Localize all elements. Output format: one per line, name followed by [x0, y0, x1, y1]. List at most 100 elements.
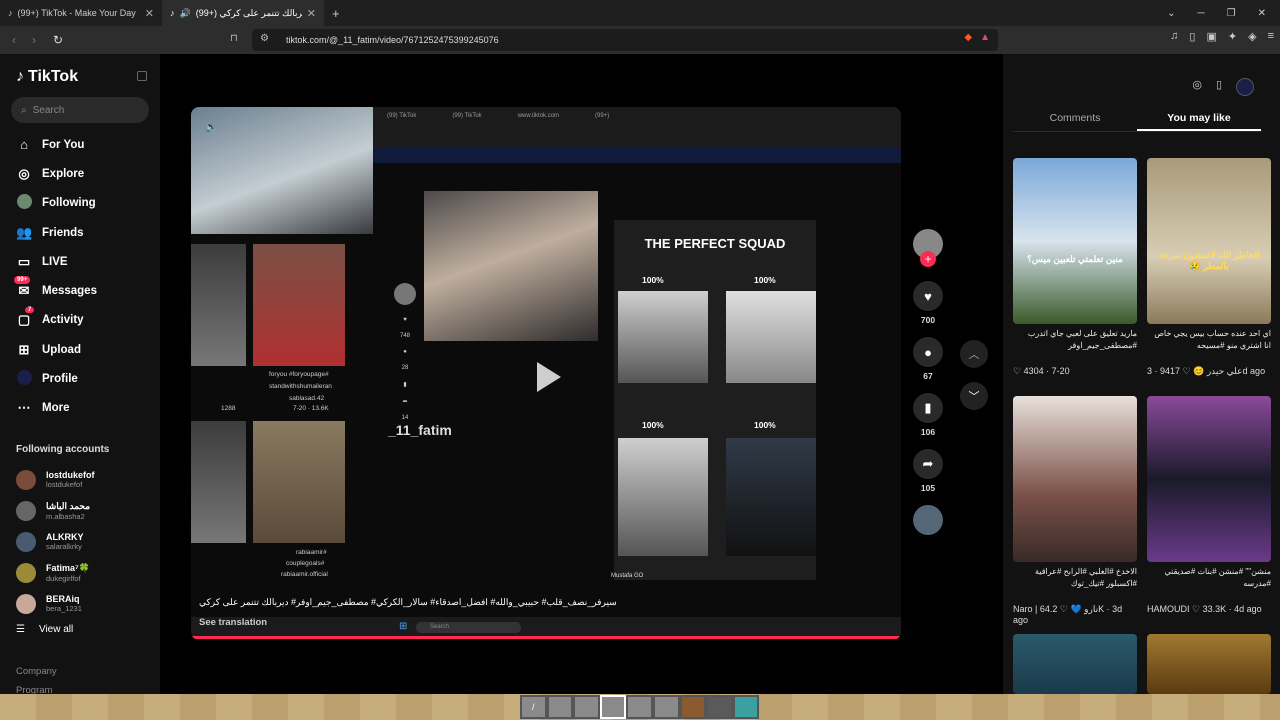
- nav-label: Activity: [42, 314, 84, 327]
- music-disc-icon[interactable]: [913, 505, 943, 535]
- media-icon[interactable]: ♫: [1170, 30, 1178, 43]
- grid-caption: standwithshumaileran: [269, 383, 332, 390]
- hotbar-slot: [652, 695, 680, 719]
- brave-shield-icon[interactable]: ◆: [964, 32, 972, 43]
- nav-live[interactable]: ▭ LIVE: [16, 247, 97, 276]
- video-player[interactable]: 🔈 (99) TikTok (99) TikTok www.tiktok.com (9…: [191, 107, 901, 640]
- chevron-down-icon[interactable]: ﹀: [960, 382, 988, 410]
- suggested-video-card[interactable]: الاخدخ #الغلبي #الرابح #عراقية #اكسبلور …: [1013, 396, 1137, 625]
- share-action[interactable]: ➦ 105: [910, 449, 946, 493]
- nav-activity[interactable]: ▢ 7 Activity: [16, 306, 97, 335]
- close-tab-icon[interactable]: ✕: [145, 7, 154, 20]
- tab-search-icon[interactable]: ⌄: [1167, 8, 1175, 19]
- browser-tab[interactable]: ♪ (99+) TikTok - Make Your Day ✕: [0, 0, 162, 26]
- play-icon[interactable]: [537, 362, 561, 392]
- minimize-icon[interactable]: ─: [1198, 8, 1205, 19]
- inner-count: 14: [401, 415, 409, 421]
- follow-plus-icon[interactable]: +: [920, 251, 936, 267]
- view-all-label: View all: [38, 624, 74, 635]
- profile-avatar-icon: [16, 370, 32, 388]
- comment-action[interactable]: ● 67: [910, 337, 946, 381]
- nav-for-you[interactable]: ⌂ For You: [16, 130, 97, 159]
- tab-comments[interactable]: Comments: [1013, 106, 1137, 131]
- card-date: 4d ago: [1234, 604, 1262, 614]
- reload-icon[interactable]: ↻: [48, 33, 68, 47]
- suggested-video-card[interactable]: [1013, 634, 1137, 694]
- forward-icon[interactable]: ›: [24, 33, 44, 47]
- suggested-video-card[interactable]: الخاطر الله لاتمشون سرعه بالمطر 😢 اي احد…: [1147, 158, 1271, 377]
- left-sidebar: ♪ TikTok ⌕ Search ⌂ For You ◎ Explore Foll…: [0, 54, 160, 696]
- card-thumbnail: منين تعلمتي تلعبين ميس؟: [1013, 158, 1137, 324]
- comment-icon[interactable]: ●: [913, 337, 943, 367]
- inner-status-text: Mustafa GO: [611, 573, 644, 579]
- back-icon[interactable]: ‹: [4, 33, 24, 47]
- video-progress-bar[interactable]: [191, 636, 901, 639]
- following-account[interactable]: lostdukefof lostdukefof: [16, 464, 95, 495]
- sidebar-icon[interactable]: ▯: [1189, 30, 1195, 43]
- see-translation-link[interactable]: See translation: [199, 617, 267, 628]
- new-tab-button[interactable]: +: [332, 6, 340, 21]
- speaker-icon[interactable]: 🔊: [180, 8, 191, 19]
- leo-icon[interactable]: ✦: [1228, 30, 1237, 43]
- nav-messages[interactable]: ✉ 99+ Messages: [14, 276, 97, 305]
- user-avatar[interactable]: [1236, 78, 1254, 96]
- browser-tools: ♫ ▯ ▣ ✦ ◈ ≡: [1170, 30, 1274, 43]
- activity-badge: 7: [25, 307, 35, 314]
- upload-icon: ⊞: [18, 341, 30, 357]
- chevron-up-icon[interactable]: ︿: [960, 340, 988, 368]
- card-meta: علي حيدر 😊 ♡ 9417 · 3d ago: [1147, 366, 1266, 376]
- home-icon: ⌂: [20, 137, 28, 153]
- suggested-video-card[interactable]: منشن"" #منشن #بنات #صديقتي #مدرسه HAMOUD…: [1147, 396, 1271, 615]
- vpn-icon[interactable]: ◈: [1248, 30, 1256, 43]
- tab-you-may-like[interactable]: You may like: [1137, 106, 1261, 131]
- close-tab-icon[interactable]: ✕: [307, 7, 316, 20]
- grid-caption: sablasad.42: [289, 395, 325, 402]
- save-action[interactable]: ▮ 106: [910, 393, 946, 437]
- card-thumbnail: [1013, 396, 1137, 562]
- nav-friends[interactable]: 👥 Friends: [16, 218, 97, 247]
- view-all-link[interactable]: ☰ View all: [16, 624, 73, 635]
- following-account[interactable]: ALKRKY salaralkrky: [16, 526, 95, 557]
- bookmark-icon[interactable]: ▮: [913, 393, 943, 423]
- inner-username: _11_fatim: [388, 422, 452, 438]
- following-account[interactable]: BERAiq bera_1231: [16, 588, 95, 619]
- nav-upload[interactable]: ⊞ Upload: [16, 335, 97, 364]
- game-hotbar-overlay: /: [0, 694, 1280, 720]
- site-info-icon[interactable]: ⚙: [260, 33, 269, 44]
- wallet-icon[interactable]: ▣: [1206, 30, 1216, 43]
- browser-tab-active[interactable]: ♪ 🔊 (99+) ديربالك تتنمر على كركي ✕: [162, 0, 324, 26]
- nav-following[interactable]: Following: [16, 189, 97, 218]
- account-handle: dukegirlfof: [46, 573, 81, 583]
- following-account[interactable]: Fatima⁷🍀 dukegirlfof: [16, 557, 95, 588]
- window-controls: ⌄ ─ ❐ ✕: [1167, 0, 1280, 26]
- nav-explore[interactable]: ◎ Explore: [16, 159, 97, 188]
- company-link[interactable]: Company: [16, 666, 57, 677]
- following-account[interactable]: محمد الباشا m.albasha2: [16, 495, 95, 526]
- maximize-icon[interactable]: ❐: [1227, 8, 1236, 19]
- bookmark-icon[interactable]: ⊓: [230, 33, 238, 44]
- close-window-icon[interactable]: ✕: [1258, 8, 1266, 19]
- thumbnail-text: منين تعلمتي تلعبين ميس؟: [1027, 254, 1123, 264]
- device-icon[interactable]: ▯: [1216, 78, 1222, 96]
- creator-avatar[interactable]: +: [913, 229, 943, 267]
- nav-profile[interactable]: Profile: [16, 364, 97, 393]
- brave-rewards-icon[interactable]: ▲: [980, 32, 990, 43]
- menu-icon[interactable]: ≡: [1268, 30, 1274, 43]
- save-count: 106: [920, 427, 936, 437]
- mute-icon[interactable]: 🔈: [205, 122, 217, 133]
- friends-icon: 👥: [16, 224, 33, 240]
- suggested-video-card[interactable]: منين تعلمتي تلعبين ميس؟ ماريد تعليق على …: [1013, 158, 1137, 377]
- like-action[interactable]: ♥ 700: [910, 281, 946, 325]
- compass-icon: ◎: [18, 165, 30, 181]
- suggested-video-card[interactable]: [1147, 634, 1271, 694]
- address-bar[interactable]: ⊓ ⚙ tiktok.com/@_11_fatim/video/76712524…: [230, 29, 998, 51]
- card-thumbnail: [1147, 634, 1271, 694]
- search-input[interactable]: ⌕ Search: [11, 97, 149, 123]
- tiktok-logo[interactable]: ♪ TikTok: [16, 68, 78, 86]
- collapse-sidebar-icon[interactable]: [137, 71, 147, 81]
- heart-icon[interactable]: ♥: [913, 281, 943, 311]
- share-icon[interactable]: ➦: [913, 449, 943, 479]
- nav-more[interactable]: ⋯ More: [16, 394, 97, 423]
- coin-icon[interactable]: ◎: [1192, 78, 1202, 96]
- card-thumbnail: الخاطر الله لاتمشون سرعه بالمطر 😢: [1147, 158, 1271, 324]
